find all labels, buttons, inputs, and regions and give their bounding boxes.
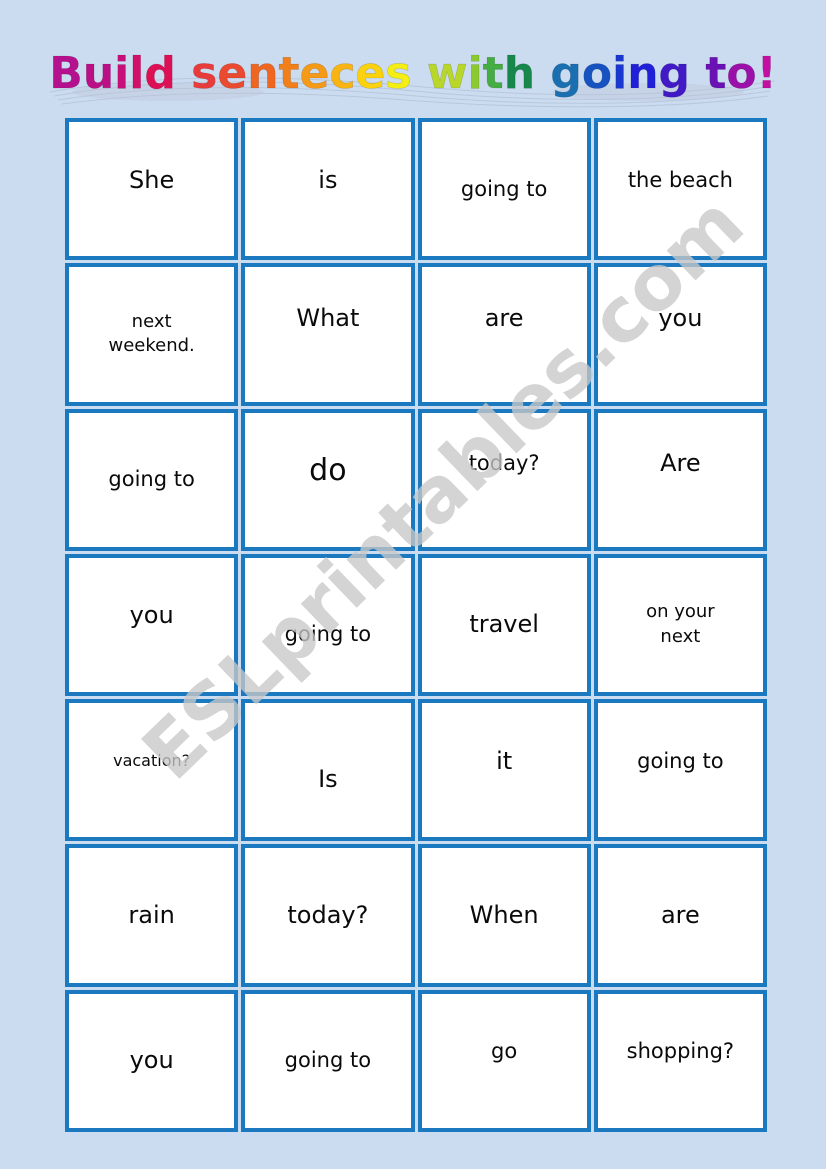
word-card[interactable]: do	[241, 408, 415, 551]
word-card-text: going to	[460, 176, 548, 201]
title-letter-10: e	[299, 48, 330, 100]
word-card-text: on your next	[646, 601, 715, 647]
page-title: Build senteces with going to!	[0, 44, 826, 104]
word-card-grid: She is going to the beach next weekend. What a…	[65, 118, 767, 1132]
title-letter-13: s	[385, 48, 412, 100]
word-card[interactable]: the beach	[593, 118, 767, 261]
word-card[interactable]: travel	[417, 553, 591, 697]
title-letter-12: e	[355, 48, 386, 100]
word-card[interactable]: on your next	[593, 553, 767, 697]
title-letter-28: !	[756, 48, 777, 100]
word-card[interactable]: Is	[241, 699, 415, 842]
word-card-text: are	[660, 901, 700, 929]
word-card[interactable]: Are	[593, 408, 767, 551]
title-letter-6: s	[191, 48, 218, 100]
word-card-text: is	[318, 165, 338, 194]
title-letter-4: d	[144, 48, 176, 100]
title-letter-27: o	[726, 48, 757, 100]
word-card[interactable]: next weekend.	[65, 263, 239, 406]
word-card[interactable]: rain	[65, 844, 239, 987]
title-letter-25	[690, 44, 705, 104]
title-letter-15: w	[426, 48, 468, 100]
word-card-text: When	[469, 901, 539, 929]
word-card-text: today?	[287, 901, 369, 929]
word-card-text: the beach	[627, 167, 733, 192]
word-card[interactable]: it	[417, 699, 591, 842]
word-card[interactable]: are	[417, 263, 591, 406]
title-letter-9: t	[278, 48, 300, 100]
word-card[interactable]: vacation?	[65, 699, 239, 842]
word-card-text: going to	[284, 621, 372, 646]
word-card-text: rain	[128, 901, 175, 929]
word-card-text: next weekend.	[108, 310, 195, 357]
title-letter-18: h	[503, 48, 536, 100]
word-card-text: She	[129, 165, 175, 194]
title-letter-17: t	[482, 48, 504, 100]
word-card[interactable]: going to	[241, 989, 415, 1132]
word-card-text: you	[658, 303, 703, 332]
word-card-text: travel	[469, 610, 539, 639]
title-letter-23: n	[627, 48, 659, 100]
word-card-text: do	[309, 453, 347, 488]
title-letter-7: e	[217, 48, 248, 100]
title-letter-26: t	[705, 48, 727, 100]
word-card[interactable]: is	[241, 118, 415, 261]
word-card[interactable]: you	[65, 989, 239, 1132]
word-card[interactable]: you	[65, 553, 239, 697]
title-letter-11: c	[329, 48, 356, 100]
title-letter-3: l	[129, 48, 145, 100]
word-card[interactable]: are	[593, 844, 767, 987]
word-card[interactable]: She	[65, 118, 239, 261]
word-card[interactable]: going to	[593, 699, 767, 842]
title-letter-5	[176, 44, 191, 104]
word-card-text: you	[129, 601, 174, 630]
title-area: Build senteces with going to!	[0, 44, 826, 110]
word-card[interactable]: going to	[417, 118, 591, 261]
title-letter-19	[535, 44, 550, 104]
title-letter-24: g	[658, 48, 691, 100]
word-card[interactable]: go	[417, 989, 591, 1132]
title-letter-22: i	[612, 48, 628, 100]
word-card[interactable]: going to	[65, 408, 239, 551]
word-card-text: vacation?	[113, 751, 191, 771]
word-card[interactable]: you	[593, 263, 767, 406]
title-letter-8: n	[247, 48, 279, 100]
word-card-text: today?	[468, 451, 540, 476]
word-card-text: Are	[660, 449, 701, 478]
title-letter-1: u	[82, 48, 115, 100]
word-card-text: What	[296, 303, 360, 332]
title-letter-0: B	[49, 48, 83, 100]
title-letter-2: i	[114, 48, 130, 100]
word-card[interactable]: going to	[241, 553, 415, 697]
word-card-text: are	[484, 303, 524, 332]
word-card-text: going to	[108, 467, 195, 492]
word-card-text: you	[129, 1046, 174, 1075]
word-card[interactable]: When	[417, 844, 591, 987]
word-card-text: going to	[637, 748, 724, 773]
word-card[interactable]: today?	[417, 408, 591, 551]
word-card-text: shopping?	[626, 1039, 735, 1064]
title-letter-16: i	[467, 48, 483, 100]
word-card-text: go	[491, 1039, 518, 1064]
word-card[interactable]: shopping?	[593, 989, 767, 1132]
title-letter-20: g	[550, 48, 582, 100]
word-card[interactable]: What	[241, 263, 415, 406]
word-card-text: it	[496, 746, 513, 775]
title-letter-14	[412, 44, 427, 104]
word-card[interactable]: today?	[241, 844, 415, 987]
title-letter-21: o	[581, 48, 613, 100]
word-card-text: going to	[284, 1048, 372, 1073]
word-card-text: Is	[318, 764, 338, 793]
